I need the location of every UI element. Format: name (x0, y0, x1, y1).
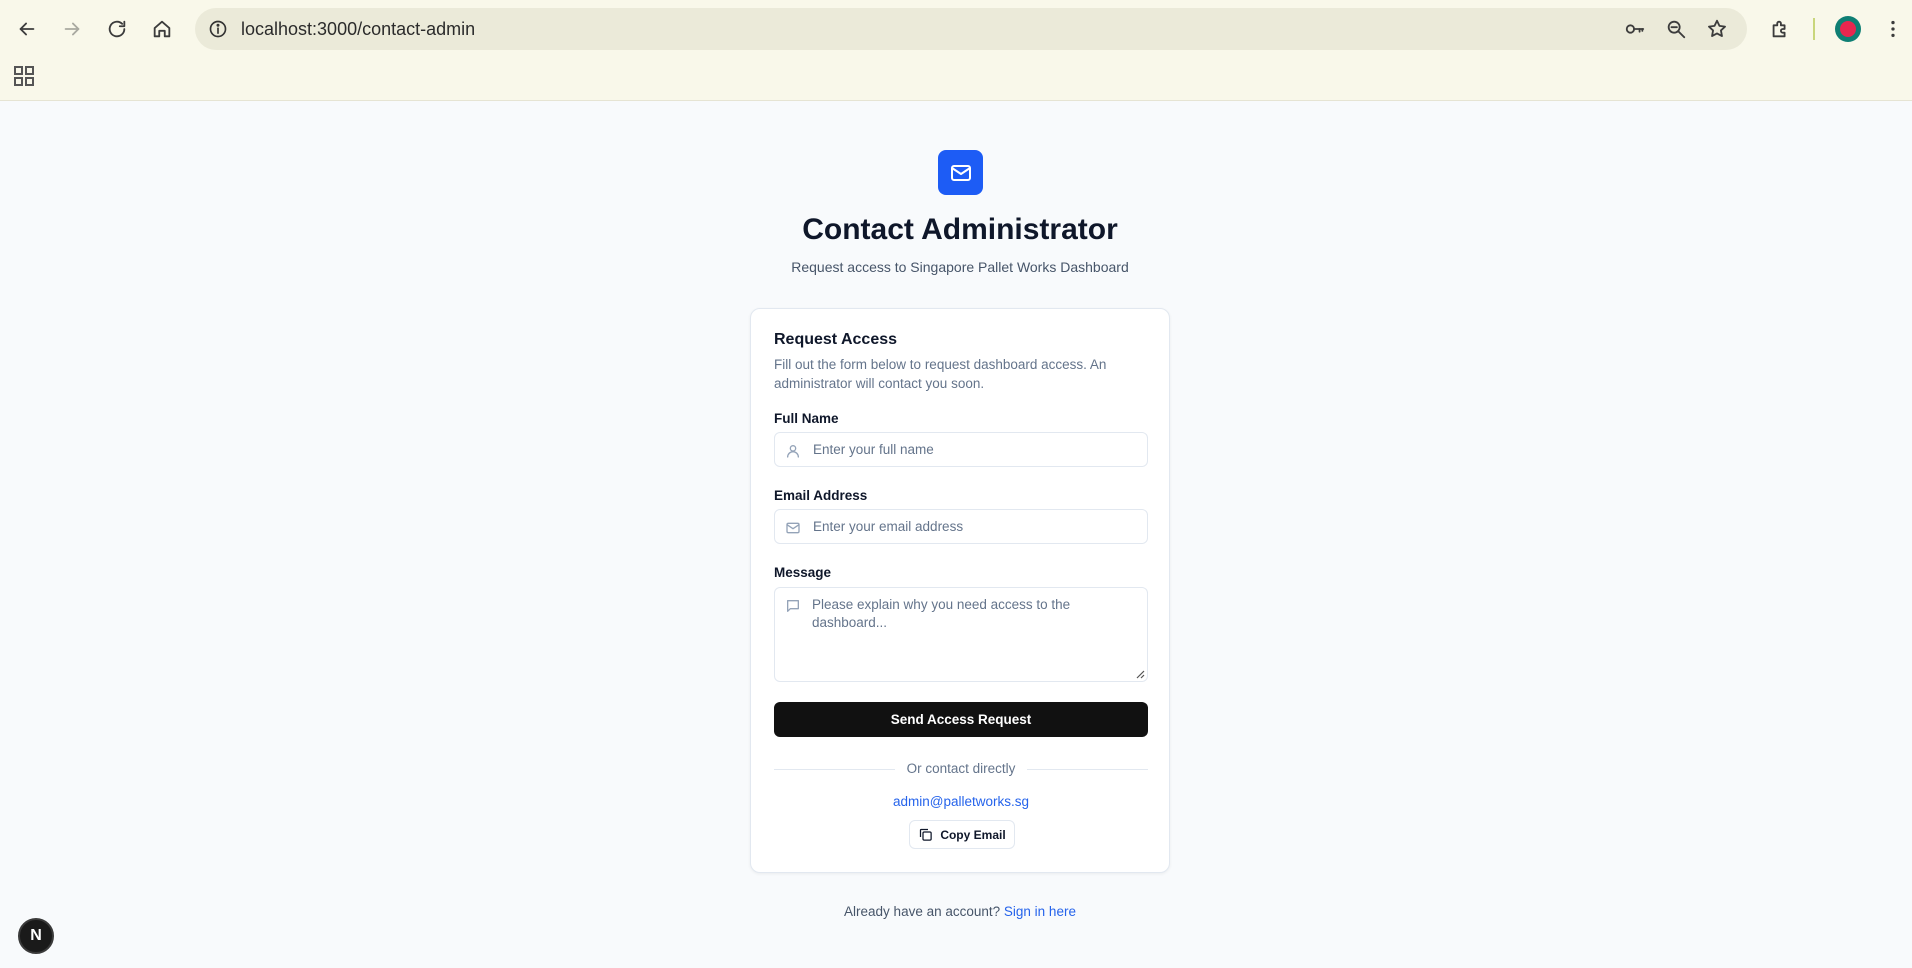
site-info-icon[interactable] (205, 16, 231, 42)
star-icon[interactable] (1705, 17, 1729, 41)
divider-label: Or contact directly (751, 761, 1171, 776)
profile-avatar[interactable] (1835, 16, 1861, 42)
resize-handle-icon[interactable] (1135, 669, 1145, 679)
message-input[interactable] (812, 596, 1132, 676)
full-name-field[interactable] (774, 432, 1148, 467)
extensions-icon[interactable] (1762, 11, 1798, 47)
apps-icon[interactable] (12, 64, 36, 88)
copy-icon (920, 828, 933, 841)
address-bar[interactable]: localhost:3000/contact-admin (195, 8, 1747, 50)
message-field[interactable] (774, 587, 1148, 682)
copy-email-button[interactable]: Copy Email (909, 820, 1015, 849)
dev-tools-badge[interactable]: N (18, 918, 54, 954)
message-icon (787, 600, 799, 612)
copy-email-label: Copy Email (940, 827, 1006, 842)
back-icon (19, 22, 35, 36)
reload-icon (108, 20, 126, 38)
browser-toolbar: localhost:3000/contact-admin (0, 0, 1912, 101)
menu-icon[interactable] (1875, 11, 1911, 47)
home-icon (153, 20, 171, 38)
mail-icon (786, 522, 800, 534)
card-title: Request Access (774, 331, 898, 348)
forward-icon (64, 22, 80, 36)
admin-email-link[interactable]: admin@palletworks.sg (751, 794, 1171, 809)
toolbar-separator (1813, 18, 1815, 40)
forward-button[interactable] (54, 11, 90, 47)
zoom-icon[interactable] (1664, 17, 1688, 41)
card-description: Fill out the form below to request dashb… (774, 357, 1107, 391)
full-name-label: Full Name (774, 411, 839, 426)
email-field[interactable] (774, 509, 1148, 544)
key-icon[interactable] (1623, 17, 1647, 41)
sign-in-link[interactable]: Sign in here (1004, 904, 1076, 919)
sign-in-prompt: Already have an account? Sign in here (0, 904, 1912, 919)
send-access-request-button[interactable]: Send Access Request (774, 702, 1148, 737)
back-button[interactable] (9, 11, 45, 47)
mail-logo (938, 150, 983, 195)
page-title: Contact Administrator (802, 213, 1118, 246)
email-input[interactable] (813, 510, 1143, 543)
message-label: Message (774, 565, 832, 580)
url-text[interactable]: localhost:3000/contact-admin (241, 19, 475, 40)
sign-in-prompt-text: Already have an account? (844, 904, 1001, 919)
request-access-card: Request Access Fill out the form below t… (750, 308, 1170, 873)
reload-button[interactable] (99, 11, 135, 47)
full-name-input[interactable] (813, 433, 1143, 466)
user-icon (787, 445, 799, 458)
home-button[interactable] (144, 11, 180, 47)
page-subtitle: Request access to Singapore Pallet Works… (791, 259, 1129, 275)
email-label: Email Address (774, 488, 868, 503)
mail-icon (950, 164, 971, 181)
